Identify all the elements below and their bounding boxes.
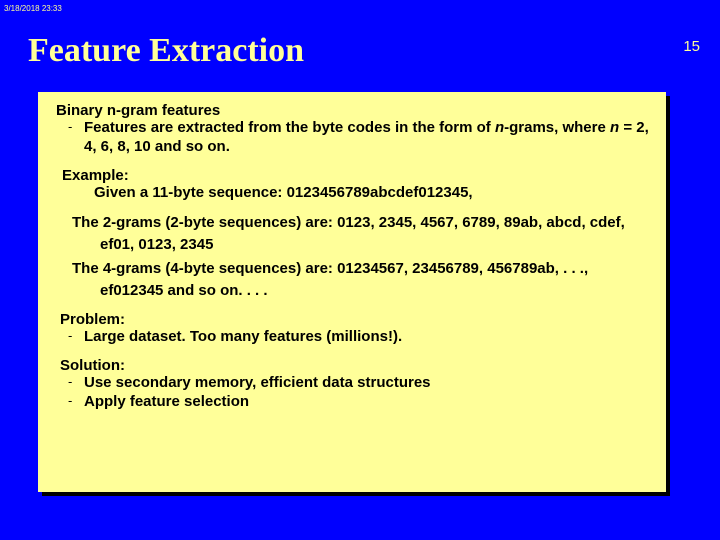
content-panel: Binary n-gram features - Features are ex… [38,92,666,492]
solution-label: Solution: [60,357,650,374]
slide: 3/18/2018 23:33 Feature Extraction 15 Bi… [0,0,720,540]
timestamp: 3/18/2018 23:33 [4,4,62,13]
bullet-dash-icon: - [68,328,72,344]
solution-bullet-1: - Use secondary memory, efficient data s… [56,374,650,393]
problem-bullet: - Large dataset. Too many features (mill… [56,328,650,347]
ngram-it1: n [495,119,504,136]
problem-label: Problem: [60,311,650,328]
ngram-heading: Binary n-gram features [56,102,650,119]
bullet-dash-icon: - [68,393,72,409]
fourgrams-text: The 4-grams (4-byte sequences) are: 0123… [72,258,650,302]
solution-text-2: Apply feature selection [84,393,249,410]
slide-title: Feature Extraction [28,32,304,70]
ngram-text-pre: Features are extracted from the byte cod… [84,119,495,136]
bullet-dash-icon: - [68,119,72,135]
solution-bullet-2: - Apply feature selection [56,393,650,412]
solution-block: Solution: - Use secondary memory, effici… [56,357,650,412]
ngram-it2: n [610,119,619,136]
example-text: Given a 11-byte sequence: 0123456789abcd… [94,184,650,203]
solution-text-1: Use secondary memory, efficient data str… [84,374,431,391]
ngram-block: Binary n-gram features - Features are ex… [56,102,650,157]
ngram-text-mid: -grams, where [504,119,610,136]
grams-block: The 2-grams (2-byte sequences) are: 0123… [72,212,650,301]
example-block: Example: Given a 11-byte sequence: 01234… [56,167,650,203]
bullet-dash-icon: - [68,374,72,390]
problem-block: Problem: - Large dataset. Too many featu… [56,311,650,347]
problem-text: Large dataset. Too many features (millio… [84,328,402,345]
page-number: 15 [683,38,700,55]
twograms-text: The 2-grams (2-byte sequences) are: 0123… [72,212,650,256]
ngram-bullet: - Features are extracted from the byte c… [56,119,650,157]
example-label: Example: [62,167,650,184]
